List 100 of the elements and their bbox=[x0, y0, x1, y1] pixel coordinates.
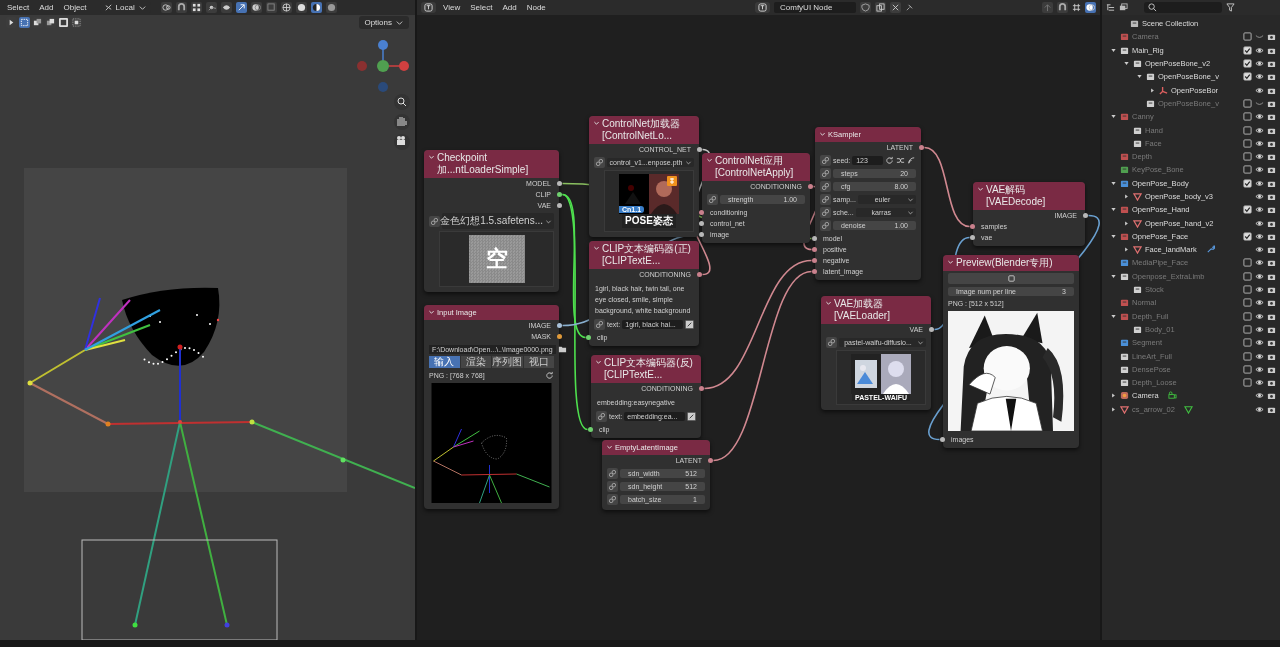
camera-icon[interactable] bbox=[394, 134, 410, 150]
node-header[interactable]: Preview(Blender专用) bbox=[943, 255, 1079, 271]
node-header[interactable]: ControlNet加载器[ControlNetLo... bbox=[589, 116, 699, 144]
shuffle-icon[interactable] bbox=[896, 156, 905, 165]
node-header[interactable]: CLIP文本编码器(反)[CLIPTextE... bbox=[591, 355, 701, 383]
checkbox[interactable] bbox=[1243, 298, 1252, 308]
render-camera-icon[interactable] bbox=[1267, 32, 1276, 42]
link-icon[interactable] bbox=[820, 181, 831, 192]
socket-dot[interactable] bbox=[697, 147, 702, 152]
checkbox[interactable] bbox=[1243, 152, 1252, 162]
expand-arrow-icon[interactable] bbox=[1123, 193, 1130, 200]
socket-dot[interactable] bbox=[557, 192, 562, 197]
link-icon[interactable] bbox=[820, 220, 831, 231]
checkbox[interactable] bbox=[1243, 258, 1252, 268]
expand-arrow-icon[interactable] bbox=[1110, 232, 1117, 240]
checkbox[interactable] bbox=[1243, 231, 1252, 241]
snap-icon[interactable] bbox=[175, 2, 187, 13]
render-camera-icon[interactable] bbox=[1267, 112, 1276, 122]
eye-icon[interactable] bbox=[1255, 324, 1264, 334]
collapse-chevron-icon[interactable] bbox=[819, 131, 826, 138]
socket-dot[interactable] bbox=[699, 221, 704, 226]
eye-icon[interactable] bbox=[1255, 138, 1264, 148]
expand-arrow-icon[interactable] bbox=[1136, 73, 1143, 81]
checkbox[interactable] bbox=[1243, 59, 1252, 69]
checkbox[interactable] bbox=[1243, 98, 1252, 108]
eye-icon[interactable] bbox=[1255, 112, 1264, 122]
checkbox[interactable] bbox=[1243, 378, 1252, 388]
expand-arrow-icon[interactable] bbox=[1110, 405, 1117, 413]
wireframe-shading-icon[interactable] bbox=[280, 2, 292, 13]
render-camera-icon[interactable] bbox=[1267, 245, 1276, 255]
options-button[interactable]: Options bbox=[359, 16, 409, 29]
collapse-chevron-icon[interactable] bbox=[593, 245, 600, 252]
socket-dot[interactable] bbox=[708, 458, 713, 463]
socket-dot[interactable] bbox=[970, 235, 975, 240]
eye-icon[interactable] bbox=[1255, 178, 1264, 188]
socket-dot[interactable] bbox=[588, 427, 593, 432]
source-tab[interactable]: 输入 bbox=[429, 356, 460, 368]
socket-dot[interactable] bbox=[1083, 213, 1088, 218]
snap-icon[interactable] bbox=[1057, 2, 1068, 13]
cursor-icon[interactable] bbox=[6, 17, 17, 28]
eye-icon[interactable] bbox=[1255, 258, 1264, 268]
intersect-mode-icon[interactable] bbox=[71, 17, 82, 28]
expand-arrow-icon[interactable] bbox=[1110, 272, 1117, 280]
node-header[interactable]: VAE解码[VAEDecode] bbox=[973, 182, 1085, 210]
shield-icon[interactable] bbox=[860, 2, 871, 13]
expand-arrow-icon[interactable] bbox=[1110, 46, 1117, 54]
link-icon[interactable] bbox=[820, 155, 831, 166]
subtract-mode-icon[interactable] bbox=[45, 17, 56, 28]
checkbox[interactable] bbox=[1243, 138, 1252, 148]
eye-icon[interactable] bbox=[1255, 45, 1264, 55]
source-tab[interactable]: 渲染 bbox=[460, 356, 491, 368]
zoom-icon[interactable] bbox=[394, 94, 410, 110]
collapse-chevron-icon[interactable] bbox=[428, 154, 435, 161]
render-camera-icon[interactable] bbox=[1267, 338, 1276, 348]
link-icon[interactable] bbox=[596, 411, 607, 422]
eye-icon[interactable] bbox=[1255, 311, 1264, 321]
render-camera-icon[interactable] bbox=[1267, 165, 1276, 175]
checkbox[interactable] bbox=[1243, 178, 1252, 188]
eye-icon[interactable] bbox=[1255, 72, 1264, 82]
source-tab[interactable]: 序列图 bbox=[492, 356, 523, 368]
menu-item[interactable]: Node bbox=[523, 3, 549, 12]
render-camera-icon[interactable] bbox=[1267, 59, 1276, 69]
eye-icon[interactable] bbox=[1255, 404, 1264, 414]
eye-icon[interactable] bbox=[1255, 59, 1264, 69]
grid-icon[interactable] bbox=[190, 2, 202, 13]
link-icon[interactable] bbox=[429, 215, 440, 227]
checkbox[interactable] bbox=[1243, 271, 1252, 281]
link-icon[interactable] bbox=[607, 494, 618, 505]
close-icon[interactable] bbox=[890, 2, 901, 13]
socket-dot[interactable] bbox=[812, 269, 817, 274]
checkbox[interactable] bbox=[1243, 32, 1252, 42]
eye-icon[interactable] bbox=[1255, 338, 1264, 348]
render-camera-icon[interactable] bbox=[1267, 391, 1276, 401]
search-field[interactable] bbox=[1144, 2, 1222, 13]
link-icon[interactable] bbox=[594, 157, 605, 168]
checkbox[interactable] bbox=[1243, 205, 1252, 215]
pin-icon[interactable] bbox=[905, 3, 914, 12]
collapse-chevron-icon[interactable] bbox=[977, 186, 984, 193]
checkbox[interactable] bbox=[1243, 112, 1252, 122]
grid-snap-icon[interactable] bbox=[1072, 3, 1081, 12]
edit-icon[interactable] bbox=[685, 320, 694, 329]
refresh-icon[interactable] bbox=[885, 156, 894, 165]
link-icon[interactable] bbox=[594, 319, 605, 330]
eye-icon[interactable] bbox=[1255, 298, 1264, 308]
select-mode-icon[interactable] bbox=[19, 17, 30, 28]
menu-item[interactable]: View bbox=[440, 3, 464, 12]
render-camera-icon[interactable] bbox=[1267, 258, 1276, 268]
render-camera-icon[interactable] bbox=[1267, 298, 1276, 308]
render-camera-icon[interactable] bbox=[1267, 285, 1276, 295]
checkbox[interactable] bbox=[1243, 324, 1252, 334]
overlay-icon[interactable] bbox=[1085, 2, 1096, 13]
visibility-icon[interactable] bbox=[220, 2, 232, 13]
gizmo-icon[interactable] bbox=[235, 2, 247, 13]
eye-icon[interactable] bbox=[1255, 391, 1264, 401]
render-camera-icon[interactable] bbox=[1267, 378, 1276, 388]
eye-icon[interactable] bbox=[1255, 271, 1264, 281]
material-shading-icon[interactable] bbox=[310, 2, 322, 13]
checkbox[interactable] bbox=[1243, 45, 1252, 55]
menu-item[interactable]: Select bbox=[4, 3, 33, 12]
signal-icon[interactable] bbox=[907, 156, 916, 165]
